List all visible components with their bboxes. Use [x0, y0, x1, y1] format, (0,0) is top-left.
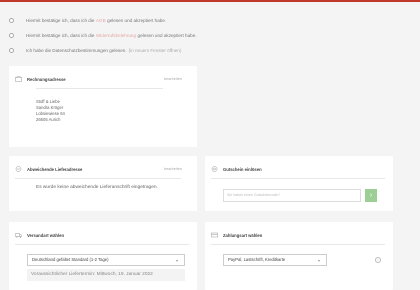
- consent-agb[interactable]: Hiermit bestätige ich, dass ich die AGB …: [9, 13, 409, 28]
- voucher-title: Gutschein einlösen: [223, 166, 262, 172]
- voucher-divider: [211, 178, 385, 179]
- billing-address-card: Rechnungsadresse bearbeiten Stoff & Lieb…: [9, 66, 197, 147]
- widerruf-link[interactable]: Widerrufsbelehrung: [96, 33, 136, 38]
- voucher-card: Gutschein einlösen Sie haben einen Gutsc…: [205, 156, 393, 211]
- payment-row: PayPal, Lastschrift, Kreditkarte ▾ i: [223, 253, 385, 266]
- consent-agb-radio[interactable]: [9, 18, 14, 23]
- consent-datenschutz-radio[interactable]: [9, 48, 14, 53]
- voucher-form: Sie haben einen Gutscheincode? ›: [223, 188, 385, 202]
- versand-header: Versandart wählen: [15, 230, 189, 240]
- consent-widerruf-prefix: Hiermit bestätige ich, dass ich die: [26, 33, 95, 38]
- shipping-method-select[interactable]: Deutschland gefaltet Standard (1-2 Tage)…: [27, 253, 185, 266]
- shipping-address-card: Abweichende Lieferadresse bearbeiten Es …: [9, 156, 197, 211]
- billing-address-icon: [15, 76, 22, 82]
- top-accent-bar: [0, 0, 420, 2]
- payment-method-card: Zahlungsart wählen PayPal, Lastschrift, …: [205, 222, 393, 290]
- consent-widerruf[interactable]: Hiermit bestätige ich, dass ich die Wide…: [9, 28, 409, 43]
- chevron-down-icon: ▾: [317, 257, 320, 263]
- billing-divider: [36, 88, 163, 89]
- voucher-submit-button[interactable]: ›: [365, 188, 377, 202]
- billing-address-block: Stoff & Liebe Sandra Kröger Lobsiewiese …: [36, 99, 182, 123]
- shipping-title: Abweichende Lieferadresse: [27, 166, 83, 172]
- payment-method-value: PayPal, Lastschrift, Kreditkarte: [228, 257, 286, 262]
- consent-agb-prefix: Hiermit bestätige ich, dass ich die: [26, 18, 95, 23]
- info-icon[interactable]: i: [375, 256, 381, 263]
- datenschutz-new-window-link[interactable]: (in neuem Fenster öffnen): [129, 48, 182, 53]
- shipping-edit-link[interactable]: bearbeiten: [164, 167, 182, 171]
- delivery-truck-icon: [15, 232, 22, 238]
- versand-title: Versandart wählen: [27, 232, 65, 238]
- billing-line-city: 26605 Aurich: [36, 116, 61, 122]
- voucher-code-input[interactable]: Sie haben einen Gutscheincode?: [223, 188, 361, 202]
- consent-datenschutz[interactable]: Ich habe die Datenschutzbestimmungen gel…: [9, 43, 409, 58]
- delivery-date-info: Voraussichtlicher Liefertermin: Mittwoch…: [27, 268, 185, 281]
- versand-divider: [15, 244, 189, 245]
- consent-datenschutz-text: Ich habe die Datenschutzbestimmungen gel…: [26, 48, 127, 53]
- zahlung-title: Zahlungsart wählen: [223, 232, 263, 238]
- shipping-header: Abweichende Lieferadresse bearbeiten: [15, 164, 182, 174]
- consent-widerruf-radio[interactable]: [9, 33, 14, 38]
- payment-method-select[interactable]: PayPal, Lastschrift, Kreditkarte ▾: [223, 253, 327, 266]
- zahlung-divider: [211, 244, 385, 245]
- shipping-method-value: Deutschland gefaltet Standard (1-2 Tage): [32, 257, 109, 262]
- shipping-divider: [15, 178, 181, 179]
- zahlung-header: Zahlungsart wählen: [211, 230, 385, 240]
- truck-icon: [15, 166, 22, 172]
- shipping-method-card: Versandart wählen Deutschland gefaltet S…: [9, 222, 197, 290]
- voucher-header: Gutschein einlösen: [211, 164, 385, 174]
- billing-title: Rechnungsadresse: [27, 76, 66, 82]
- billing-header: Rechnungsadresse bearbeiten: [15, 74, 182, 84]
- billing-edit-link[interactable]: bearbeiten: [164, 77, 182, 81]
- voucher-icon: [211, 166, 218, 172]
- agb-link[interactable]: AGB: [96, 18, 106, 23]
- chevron-down-icon: ▾: [175, 257, 178, 263]
- consent-widerruf-suffix: gelesen und akzeptiert habe.: [137, 33, 197, 38]
- credit-card-icon: [211, 232, 218, 238]
- consent-checklist: Hiermit bestätige ich, dass ich die AGB …: [9, 13, 409, 58]
- shipping-message: Es wurde keine abweichende Lieferanschri…: [36, 184, 158, 190]
- consent-agb-suffix: gelesen und akzeptiert habe.: [107, 18, 167, 23]
